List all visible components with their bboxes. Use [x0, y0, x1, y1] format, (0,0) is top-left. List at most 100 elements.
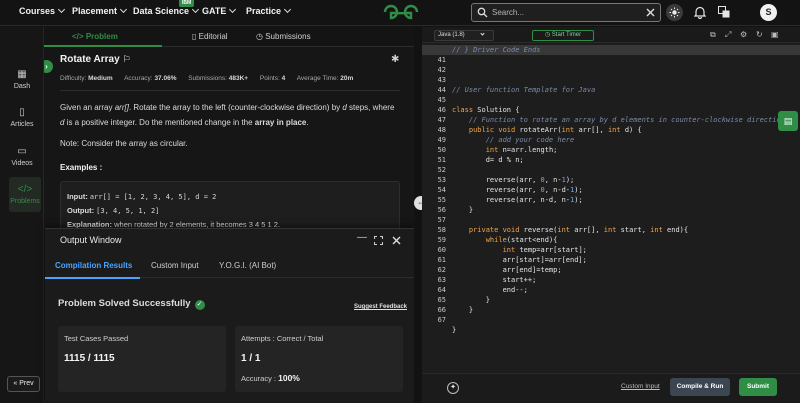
code-text: reverse(arr, 0, n-1); [452, 176, 575, 184]
search-box[interactable] [471, 3, 661, 22]
chevron-down-icon [229, 5, 237, 14]
problem-title-text: Rotate Array [60, 54, 120, 65]
expand-icon[interactable] [374, 236, 383, 245]
translate-icon[interactable] [718, 6, 730, 18]
expand-sidebar-button[interactable]: › [44, 60, 53, 73]
nav-data-science[interactable]: Data Science [133, 5, 200, 16]
code-line[interactable]: 48 public void rotateArr(int arr[], int … [422, 125, 800, 135]
nav-courses-label: Courses [19, 6, 56, 16]
code-text: private void reverse(int arr[], int star… [468, 226, 689, 234]
start-timer-button[interactable]: ◷ Start Timer [532, 30, 594, 41]
sidebar-item-articles[interactable]: ▯ Articles [0, 107, 44, 128]
copy-icon[interactable]: ⧉ [710, 30, 716, 40]
code-line[interactable]: 63 start++; [422, 275, 800, 285]
code-line[interactable]: 59 while(start<end){ [422, 235, 800, 245]
theme-toggle[interactable] [666, 4, 683, 21]
tab-compilation-results[interactable]: Compilation Results [55, 261, 132, 270]
gfg-logo-icon[interactable] [381, 3, 421, 22]
code-icon: </> [72, 32, 84, 41]
code-line[interactable]: 65 } [422, 295, 800, 305]
sidebar-item-label: Problems [10, 198, 40, 205]
prev-button[interactable]: « Prev [7, 376, 40, 392]
code-line[interactable]: 42 [422, 65, 800, 75]
code-line[interactable]: 43 [422, 75, 800, 85]
example-input: Input: arr[] = [1, 2, 3, 4, 5], d = 2 [67, 190, 393, 204]
test-cases-value: 1115 / 1115 [64, 353, 115, 364]
minimize-icon[interactable]: — [357, 232, 367, 243]
sidebar-item-videos[interactable]: ▭ Videos [0, 146, 44, 167]
bug-icon[interactable]: ✱ [391, 54, 399, 65]
code-line[interactable]: 54 reverse(arr, 0, n-d-1); [422, 185, 800, 195]
code-line[interactable]: 64 end--; [422, 285, 800, 295]
code-line[interactable]: 52 [422, 165, 800, 175]
code-line[interactable]: 62 arr[end]=temp; [422, 265, 800, 275]
code-text: int temp=arr[start]; [502, 246, 587, 254]
lightbulb-icon[interactable]: ✦ [447, 382, 459, 394]
search-input[interactable] [492, 6, 642, 19]
close-icon[interactable] [646, 8, 655, 17]
suggest-feedback-link[interactable]: Suggest Feedback [354, 304, 407, 310]
bell-icon[interactable] [694, 6, 706, 19]
code-line[interactable]: 58 private void reverse(int arr[], int s… [422, 225, 800, 235]
sidebar-item-problems[interactable]: </> Problems [9, 177, 41, 212]
timer-icon: ◷ [544, 32, 551, 38]
difficulty-value: Medium [88, 75, 113, 82]
code-line[interactable]: 55 reverse(arr, n-d, n-1); [422, 195, 800, 205]
submit-button[interactable]: Submit [739, 378, 777, 396]
sidebar-item-dash[interactable]: ▦ Dash [0, 69, 44, 90]
tab-problem[interactable]: </> Problem [72, 32, 118, 41]
nav-courses[interactable]: Courses [19, 5, 66, 16]
code-line[interactable]: 56 } [422, 205, 800, 215]
code-editor[interactable]: // } Driver Code Ends 41 42 43 44 // User fun… [422, 45, 800, 382]
nav-gate[interactable]: GATE [202, 5, 237, 16]
example-output-value: [3, 4, 5, 1, 2] [96, 207, 160, 215]
code-line[interactable]: 44 // User function Template for Java [422, 85, 800, 95]
tab-submissions[interactable]: ◷ Submissions [256, 32, 311, 41]
line-number: 65 [437, 296, 446, 304]
custom-input-link[interactable]: Custom Input [621, 383, 660, 390]
layout-icon[interactable]: ▣ [771, 30, 779, 39]
code-line[interactable]: 67 [422, 315, 800, 325]
chevron-down-icon [119, 5, 128, 14]
clock-icon: ◷ [256, 32, 263, 41]
code-text: // User function Template for Java [452, 86, 596, 94]
code-line[interactable]: 57 [422, 215, 800, 225]
code-line[interactable]: 51 d= d % n; [422, 155, 800, 165]
chevron-right-icon: › [45, 62, 48, 71]
chat-icon[interactable]: ▤ [778, 111, 798, 131]
code-line[interactable]: 61 arr[start]=arr[end]; [422, 255, 800, 265]
panel-divider[interactable] [414, 27, 422, 403]
line-number: 50 [437, 146, 446, 154]
language-select[interactable]: Java (1.8) [434, 30, 494, 41]
difficulty-label: Difficulty: [60, 75, 87, 82]
code-line[interactable]: } [422, 325, 800, 335]
submissions-label: Submissions: [188, 75, 227, 82]
code-line[interactable]: // } Driver Code Ends [422, 45, 800, 55]
code-line[interactable]: 41 [422, 55, 800, 65]
nav-placement[interactable]: Placement [72, 5, 128, 16]
points-label: Points: [259, 75, 280, 82]
code-line[interactable]: 46 class Solution { [422, 105, 800, 115]
tab-yogi-ai-bot[interactable]: Y.O.G.I. (AI Bot) [219, 261, 276, 270]
avatar[interactable]: S [760, 4, 777, 21]
nav-practice[interactable]: Practice [246, 5, 292, 16]
active-tab-indicator [44, 45, 162, 47]
fullscreen-icon[interactable]: ⤢ [725, 30, 731, 40]
reset-icon[interactable]: ↻ [756, 30, 763, 39]
code-line[interactable]: 49 // add your code here [422, 135, 800, 145]
left-sidebar: ▦ Dash ▯ Articles ▭ Videos </> Problems … [0, 27, 44, 403]
sidebar-item-label: Articles [10, 121, 34, 128]
tab-editorial[interactable]: ▯ Editorial [192, 32, 228, 41]
code-line[interactable]: 60 int temp=arr[start]; [422, 245, 800, 255]
settings-icon[interactable]: ⚙ [740, 30, 747, 39]
tab-custom-input[interactable]: Custom Input [151, 261, 199, 270]
code-line[interactable]: 47 // Function to rotate an array by d e… [422, 115, 800, 125]
code-line[interactable]: 53 reverse(arr, 0, n-1); [422, 175, 800, 185]
code-line[interactable]: 50 int n=arr.length; [422, 145, 800, 155]
code-line[interactable]: 66 } [422, 305, 800, 315]
line-number: 66 [437, 306, 446, 314]
compile-run-button[interactable]: Compile & Run [670, 378, 730, 396]
code-line[interactable]: 45 [422, 95, 800, 105]
bookmark-icon[interactable]: ⚐ [122, 54, 130, 64]
close-icon[interactable] [392, 236, 401, 245]
